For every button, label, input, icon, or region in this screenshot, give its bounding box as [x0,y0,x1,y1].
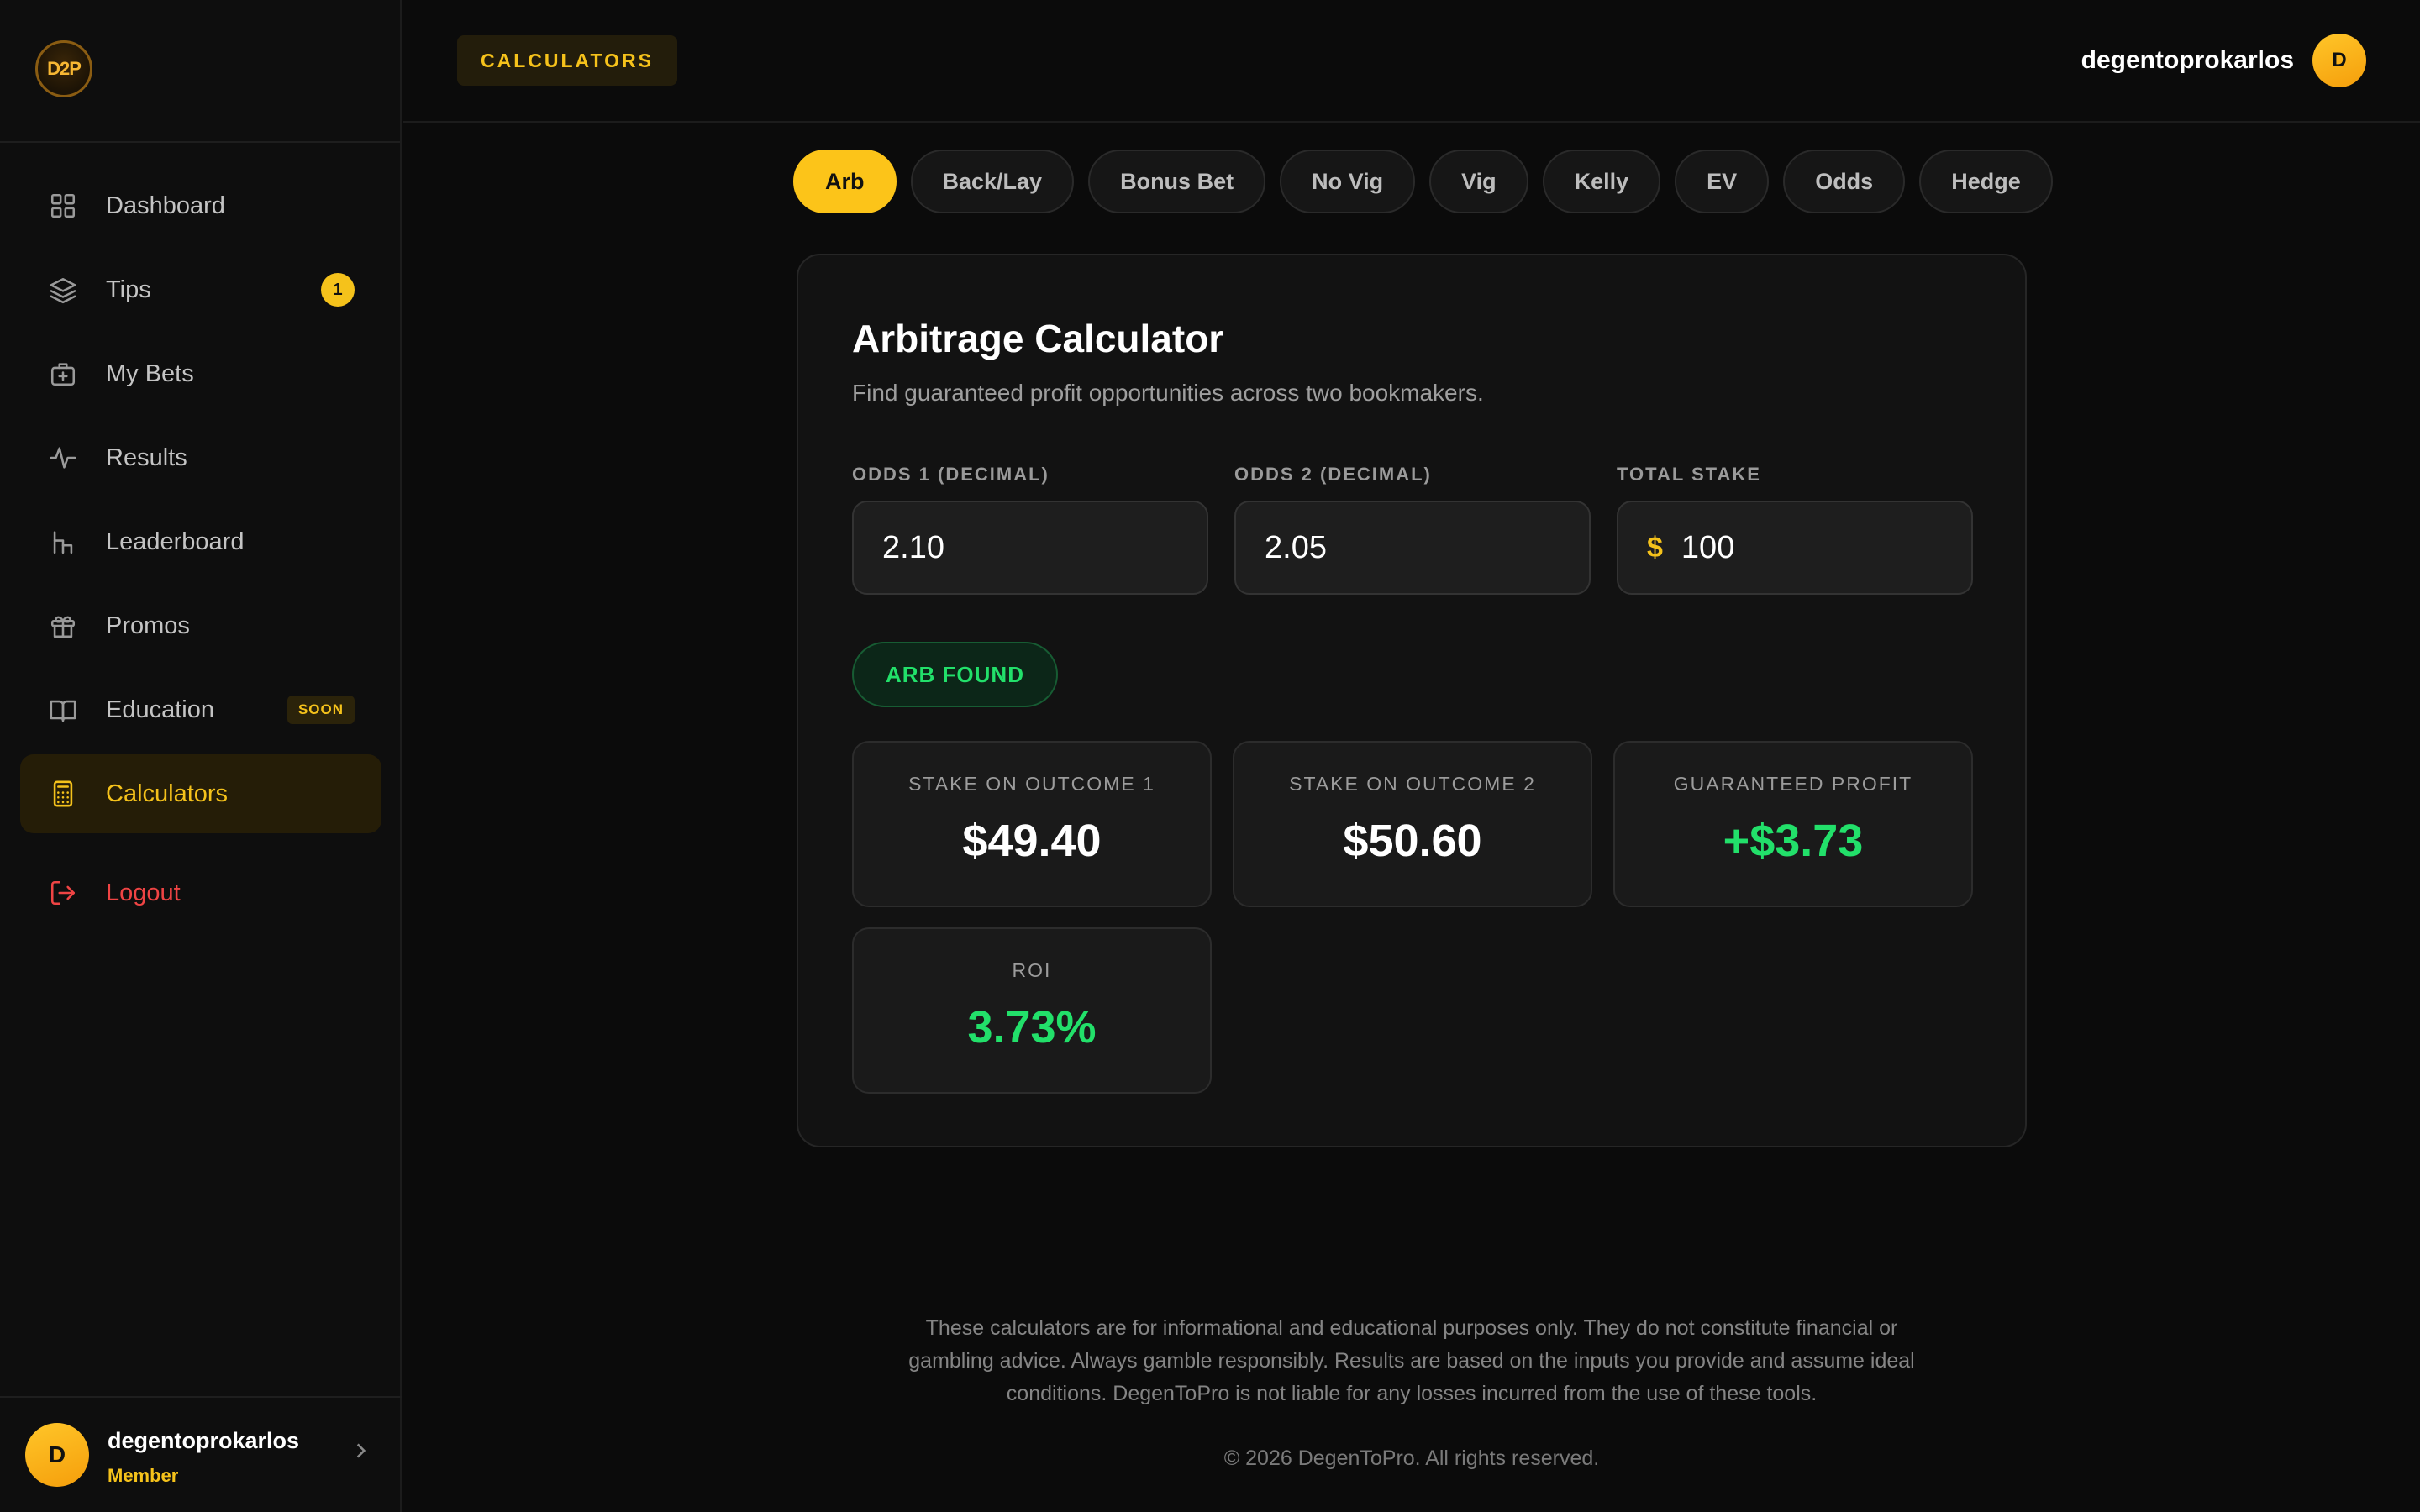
calculator-icon [49,780,77,808]
top-username: degentoprokarlos [2081,46,2294,74]
stat-label: ROI [1012,959,1052,981]
stake-outcome1-value: $49.40 [962,816,1102,866]
sidebar-item-label: Tips [106,276,151,303]
odds2-label: ODDS 2 (DECIMAL) [1234,464,1432,485]
disclaimer-text: These calculators are for informational … [908,1316,1915,1405]
stake-outcome1-card: STAKE ON OUTCOME 1 $49.40 [852,741,1212,907]
tab-bonus-bet[interactable]: Bonus Bet [1088,150,1266,213]
total-stake-input[interactable] [1681,529,1971,566]
layers-icon [49,276,77,304]
gift-icon [49,612,77,640]
tab-back-lay[interactable]: Back/Lay [910,150,1075,213]
tab-odds[interactable]: Odds [1783,150,1906,213]
sidebar-user-role: Member [108,1465,179,1486]
odds1-label: ODDS 1 (DECIMAL) [852,464,1050,485]
tab-arb[interactable]: Arb [793,150,897,213]
stat-label: GUARANTEED PROFIT [1673,773,1913,795]
odds1-input[interactable] [882,529,1207,566]
odds2-input[interactable] [1265,529,1589,566]
calculator-tabs: Arb Back/Lay Bonus Bet No Vig Vig Kelly … [793,150,2067,213]
sidebar-item-my-bets[interactable]: My Bets [20,334,381,413]
copyright-text: © 2026 DegenToPro. All rights reserved. [1223,1446,1600,1470]
roi-value: 3.73% [967,1002,1097,1053]
odds2-field[interactable] [1234,501,1591,595]
sidebar-item-leaderboard[interactable]: Leaderboard [20,502,381,581]
sidebar-header: D2P [0,0,400,143]
soon-badge: SOON [287,696,355,724]
sidebar-item-tips[interactable]: Tips 1 [20,250,381,329]
chevron-right-icon[interactable] [350,1440,371,1462]
sidebar-item-label: Dashboard [106,192,225,219]
arb-status-badge: ARB FOUND [852,642,1058,707]
sidebar-item-label: Education [106,696,214,723]
sidebar-item-label: Results [106,444,187,471]
tips-count-badge: 1 [321,273,355,307]
topbar: CALCULATORS degentoprokarlos D [403,0,2420,123]
odds1-field[interactable] [852,501,1208,595]
currency-symbol: $ [1647,531,1663,564]
briefcase-plus-icon [49,360,77,388]
sidebar-item-promos[interactable]: Promos [20,586,381,665]
sidebar-username: degentoprokarlos [108,1428,300,1453]
stat-label: STAKE ON OUTCOME 1 [908,773,1155,795]
guaranteed-profit-card: GUARANTEED PROFIT +$3.73 [1613,741,1973,907]
logout-button[interactable]: Logout [20,853,381,932]
grid-icon [49,192,77,220]
podium-icon [49,528,77,556]
page-title: Arbitrage Calculator [852,317,1224,360]
tab-vig[interactable]: Vig [1429,150,1528,213]
sidebar-item-label: Calculators [106,780,229,807]
logout-label: Logout [106,879,181,906]
sidebar-item-label: Promos [106,612,190,639]
tab-ev[interactable]: EV [1675,150,1770,213]
sidebar-user-card[interactable]: D degentoprokarlos Member [0,1396,402,1512]
app-root: D2P Dashboard Tips 1 My Bets Results Lea… [0,0,2420,1512]
book-icon [49,696,77,724]
tab-kelly[interactable]: Kelly [1542,150,1661,213]
tab-no-vig[interactable]: No Vig [1280,150,1416,213]
sidebar-item-label: Leaderboard [106,528,245,555]
sidebar-item-results[interactable]: Results [20,418,381,497]
stake-outcome2-value: $50.60 [1343,816,1482,866]
sidebar-item-dashboard[interactable]: Dashboard [20,166,381,245]
guaranteed-profit-value: +$3.73 [1723,816,1864,866]
avatar: D [2312,34,2366,87]
stake-outcome2-card: STAKE ON OUTCOME 2 $50.60 [1233,741,1592,907]
activity-icon [49,444,77,472]
sidebar-item-label: My Bets [106,360,194,387]
sidebar-item-education[interactable]: Education SOON [20,670,381,749]
roi-card: ROI 3.73% [852,927,1212,1094]
sidebar-nav: Dashboard Tips 1 My Bets Results Leaderb… [0,166,402,937]
total-stake-label: TOTAL STAKE [1617,464,1761,485]
sidebar-item-calculators[interactable]: Calculators [20,754,381,833]
section-label: CALCULATORS [457,35,677,86]
logout-icon [49,879,77,907]
stat-label: STAKE ON OUTCOME 2 [1289,773,1536,795]
top-user-menu[interactable]: degentoprokarlos D [2081,34,2366,87]
brand-logo[interactable]: D2P [35,40,92,97]
total-stake-field[interactable]: $ [1617,501,1973,595]
sidebar: D2P Dashboard Tips 1 My Bets Results Lea… [0,0,402,1512]
tab-hedge[interactable]: Hedge [1919,150,2053,213]
avatar: D [25,1423,89,1487]
arbitrage-calculator-card: Arbitrage Calculator Find guaranteed pro… [797,254,2027,1147]
page-subtitle: Find guaranteed profit opportunities acr… [852,380,1484,406]
